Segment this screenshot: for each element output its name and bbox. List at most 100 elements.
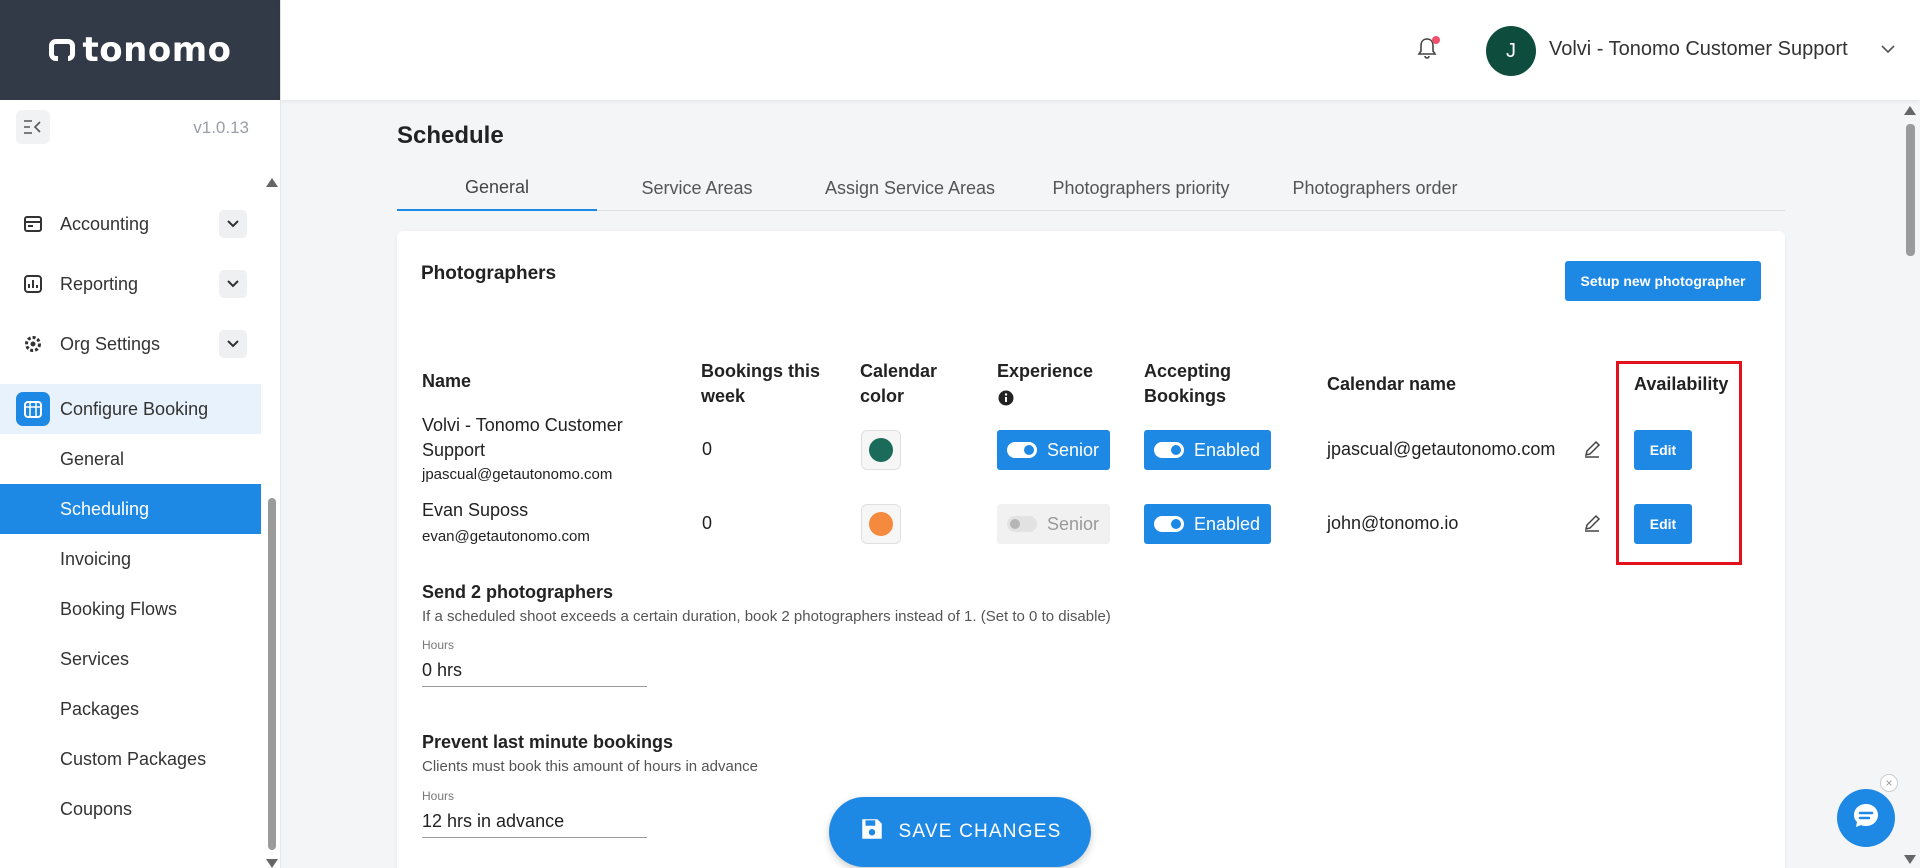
sidebar-item-configure-booking[interactable]: Configure Booking bbox=[0, 384, 261, 434]
sidebar-item-org-settings[interactable]: Org Settings bbox=[0, 314, 261, 374]
column-header-accepting-bookings: Accepting Bookings bbox=[1144, 361, 1232, 406]
save-changes-label: SAVE CHANGES bbox=[898, 821, 1062, 842]
column-header-calendar-color: Calendar color bbox=[860, 361, 938, 406]
tonomo-logo[interactable]: tonomo bbox=[48, 30, 232, 70]
experience-toggle[interactable]: Senior bbox=[997, 430, 1110, 470]
tab-photographers-order[interactable]: Photographers order bbox=[1259, 166, 1491, 211]
chevron-down-icon[interactable] bbox=[219, 330, 247, 358]
scrollbar-thumb[interactable] bbox=[1906, 124, 1915, 256]
toggle-label: Enabled bbox=[1194, 439, 1261, 460]
bookings-count: 0 bbox=[702, 513, 713, 533]
collapse-row: v1.0.13 bbox=[0, 110, 281, 146]
close-icon[interactable]: × bbox=[1880, 774, 1898, 792]
accepting-bookings-toggle[interactable]: Enabled bbox=[1144, 430, 1271, 470]
sidebar-subitem-coupons[interactable]: Coupons bbox=[0, 784, 261, 834]
scroll-up-arrow-icon[interactable] bbox=[1904, 106, 1916, 115]
setup-new-photographer-button[interactable]: Setup new photographer bbox=[1565, 261, 1761, 301]
send-two-field-label: Hours bbox=[422, 638, 455, 652]
photographers-title: Photographers bbox=[421, 263, 557, 284]
scrollbar-thumb[interactable] bbox=[268, 498, 276, 850]
bookings-count: 0 bbox=[702, 439, 713, 459]
save-icon bbox=[859, 816, 885, 848]
calendar-color-swatch[interactable] bbox=[861, 504, 901, 544]
page-title: Schedule bbox=[397, 122, 504, 149]
scroll-down-arrow-icon[interactable] bbox=[1904, 855, 1916, 864]
save-changes-button[interactable]: SAVE CHANGES bbox=[829, 797, 1091, 867]
send-two-description: If a scheduled shoot exceeds a certain d… bbox=[422, 608, 1111, 625]
calendar-icon bbox=[16, 392, 50, 426]
prevent-last-minute-hours-input[interactable]: 12 hrs in advance bbox=[422, 811, 647, 838]
scroll-down-arrow-icon[interactable] bbox=[266, 859, 278, 868]
tab-assign-service-areas[interactable]: Assign Service Areas bbox=[797, 166, 1023, 211]
toggle-label: Senior bbox=[1047, 439, 1100, 460]
logo-mark-icon bbox=[48, 39, 75, 62]
column-header-bookings: Bookings this week bbox=[701, 361, 821, 406]
sidebar-subitem-services[interactable]: Services bbox=[0, 634, 261, 684]
toggle-label: Senior bbox=[1047, 513, 1100, 534]
sidebar-subitem-general[interactable]: General bbox=[0, 434, 261, 484]
photographer-name: Evan Suposs bbox=[422, 500, 529, 520]
sidebar-subitem-custom-packages[interactable]: Custom Packages bbox=[0, 734, 261, 784]
toggle-switch-icon bbox=[1154, 442, 1184, 458]
tab-service-areas[interactable]: Service Areas bbox=[597, 166, 797, 211]
reporting-icon bbox=[22, 273, 44, 295]
tab-general[interactable]: General bbox=[397, 166, 597, 211]
sidebar: tonomo v1.0.13 Accounting Reporting Org … bbox=[0, 0, 281, 868]
calendar-color-swatch[interactable] bbox=[861, 430, 901, 470]
app-version: v1.0.13 bbox=[193, 118, 249, 137]
sidebar-subitem-scheduling[interactable]: Scheduling bbox=[0, 484, 261, 534]
sidebar-subitem-booking-flows[interactable]: Booking Flows bbox=[0, 584, 261, 634]
accepting-bookings-toggle[interactable]: Enabled bbox=[1144, 504, 1271, 544]
calendar-name: jpascual@getautonomo.com bbox=[1327, 439, 1556, 459]
page-scrollbar[interactable] bbox=[1900, 100, 1920, 868]
send-two-hours-input[interactable]: 0 hrs bbox=[422, 660, 647, 687]
sidebar-item-reporting[interactable]: Reporting bbox=[0, 254, 261, 314]
sidebar-scrollbar[interactable] bbox=[266, 178, 278, 868]
accounting-icon bbox=[22, 213, 44, 235]
prevent-last-minute-description: Clients must book this amount of hours i… bbox=[422, 758, 759, 775]
chevron-down-icon[interactable] bbox=[1881, 40, 1895, 58]
photographer-email: evan@getautonomo.com bbox=[422, 528, 590, 545]
info-icon[interactable] bbox=[998, 390, 1014, 411]
gear-icon bbox=[22, 333, 44, 355]
collapse-sidebar-icon[interactable] bbox=[16, 110, 50, 144]
logo-bar: tonomo bbox=[0, 0, 280, 100]
toggle-switch-icon bbox=[1007, 516, 1037, 532]
sidebar-item-label: Reporting bbox=[60, 273, 139, 294]
availability-highlight-box bbox=[1616, 361, 1742, 565]
scroll-up-arrow-icon[interactable] bbox=[266, 178, 278, 187]
sidebar-subitem-invoicing[interactable]: Invoicing bbox=[0, 534, 261, 584]
photographer-name: Volvi - Tonomo Customer Support bbox=[422, 415, 623, 460]
notification-bell-icon[interactable] bbox=[1416, 36, 1440, 62]
sidebar-item-accounting[interactable]: Accounting bbox=[0, 194, 261, 254]
send-two-title: Send 2 photographers bbox=[422, 582, 614, 602]
chat-bubble-icon bbox=[1850, 800, 1882, 837]
pencil-icon[interactable] bbox=[1583, 514, 1603, 534]
tab-photographers-priority[interactable]: Photographers priority bbox=[1023, 166, 1259, 211]
color-dot bbox=[869, 512, 893, 536]
chevron-down-icon[interactable] bbox=[219, 270, 247, 298]
toggle-switch-icon bbox=[1007, 442, 1037, 458]
chevron-down-icon[interactable] bbox=[219, 210, 247, 238]
calendar-name: john@tonomo.io bbox=[1327, 513, 1459, 533]
sidebar-subitem-packages[interactable]: Packages bbox=[0, 684, 261, 734]
avatar[interactable]: J bbox=[1486, 26, 1536, 76]
experience-toggle[interactable]: Senior bbox=[997, 504, 1110, 544]
sidebar-item-label: Configure Booking bbox=[60, 398, 209, 419]
color-dot bbox=[869, 438, 893, 462]
sidebar-nav: Accounting Reporting Org Settings Config… bbox=[0, 194, 261, 834]
user-name[interactable]: Volvi - Tonomo Customer Support bbox=[1549, 38, 1848, 61]
column-header-name: Name bbox=[422, 371, 472, 391]
sidebar-item-label: Accounting bbox=[60, 213, 150, 234]
top-header: J Volvi - Tonomo Customer Support bbox=[281, 0, 1920, 100]
photographer-email: jpascual@getautonomo.com bbox=[422, 466, 613, 483]
prevent-last-minute-field-label: Hours bbox=[422, 789, 455, 803]
pencil-icon[interactable] bbox=[1583, 440, 1603, 460]
toggle-switch-icon bbox=[1154, 516, 1184, 532]
tab-bar: General Service Areas Assign Service Are… bbox=[397, 166, 1785, 211]
chat-support-button[interactable] bbox=[1837, 789, 1895, 847]
prevent-last-minute-title: Prevent last minute bookings bbox=[422, 732, 674, 752]
column-header-calendar-name: Calendar name bbox=[1327, 374, 1457, 394]
toggle-label: Enabled bbox=[1194, 513, 1261, 534]
column-header-experience: Experience bbox=[997, 361, 1094, 381]
